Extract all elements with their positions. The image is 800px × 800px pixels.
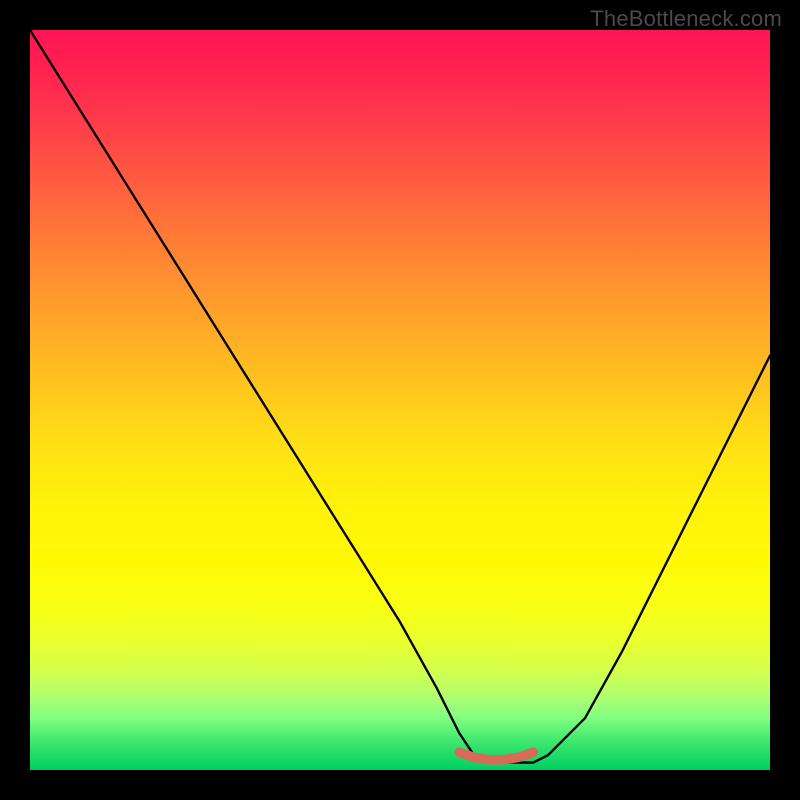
chart-svg-layer xyxy=(30,30,770,770)
watermark-label: TheBottleneck.com xyxy=(590,6,782,32)
bottleneck-curve-line xyxy=(30,30,770,763)
optimal-band-line xyxy=(459,752,533,759)
chart-plot-area xyxy=(30,30,770,770)
